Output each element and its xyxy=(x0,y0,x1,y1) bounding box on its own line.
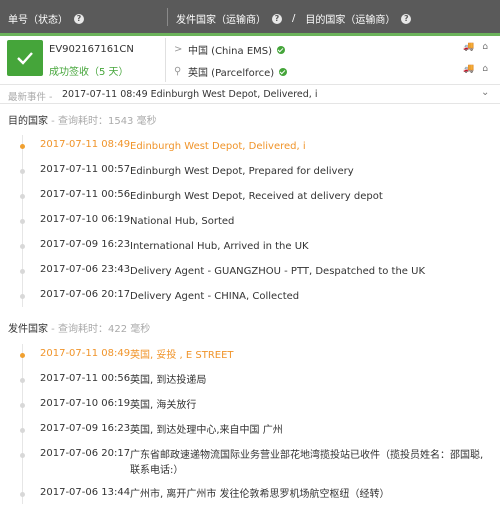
card-divider xyxy=(165,38,166,82)
event-description: Edinburgh West Depot, Received at delive… xyxy=(130,191,383,202)
event-time: 2017-07-10 06:19 xyxy=(40,398,131,409)
status-badge: 成功签收（5 天） xyxy=(49,67,129,78)
latest-event-text: 2017-07-11 08:49 Edinburgh West Depot, D… xyxy=(62,89,318,100)
section-title: 发件国家 xyxy=(8,324,48,335)
origin-actions: 🚚 ⌂ xyxy=(463,42,488,52)
timeline-dot-icon xyxy=(20,378,25,383)
timeline-dot-icon xyxy=(20,219,25,224)
truck-icon[interactable]: 🚚 xyxy=(463,42,474,52)
origin-section-title: 发件国家 - 查询耗时：422 毫秒 xyxy=(8,320,150,335)
timeline-dot-icon xyxy=(20,294,25,299)
timeline-dot-icon xyxy=(20,144,25,149)
event-description: Edinburgh West Depot, Delivered, i xyxy=(130,141,306,152)
event-time: 2017-07-06 13:44 xyxy=(40,487,131,498)
destination-carrier-label: 英国 (Parcelforce) xyxy=(188,68,275,79)
home-icon[interactable]: ⌂ xyxy=(482,42,488,52)
query-time: - 查询耗时：1543 毫秒 xyxy=(48,116,157,127)
event-time: 2017-07-06 23:43 xyxy=(40,264,131,275)
event-time: 2017-07-11 08:49 xyxy=(40,348,131,359)
location-pin-icon: ⚲ xyxy=(174,66,182,77)
destination-actions: 🚚 ⌂ xyxy=(463,64,488,74)
destination-country-header: 目的国家（运输商） xyxy=(305,15,396,26)
verified-icon xyxy=(279,67,288,76)
verified-icon xyxy=(277,45,286,54)
event-description: 英国, 妥投 , E STREET xyxy=(130,350,234,361)
send-arrow-icon: > xyxy=(174,44,183,55)
tracking-status-column: 单号（状态） ? xyxy=(8,11,84,26)
truck-icon[interactable]: 🚚 xyxy=(463,64,474,74)
origin-carrier-label: 中国 (China EMS) xyxy=(188,46,273,57)
origin-country-header: 发件国家（运输商） xyxy=(176,15,266,26)
timeline-dot-icon xyxy=(20,428,25,433)
header-divider xyxy=(167,8,168,26)
expand-icon[interactable]: ⌄ xyxy=(481,87,489,98)
event-description: 英国, 到达投递局 xyxy=(130,375,207,386)
shipment-card[interactable]: EV902167161CN 成功签收（5 天） > 中国 (China EMS)… xyxy=(0,36,500,84)
destination-carrier: ⚲ 英国 (Parcelforce) xyxy=(174,64,288,79)
carrier-column: 发件国家（运输商） ? / 目的国家（运输商） ? xyxy=(176,11,412,26)
event-time: 2017-07-11 08:49 xyxy=(40,139,131,150)
timeline-dot-icon xyxy=(20,403,25,408)
help-icon[interactable]: ? xyxy=(74,13,84,24)
timeline-dot-icon xyxy=(20,269,25,274)
event-time: 2017-07-11 00:57 xyxy=(40,164,131,175)
event-description: 广东省邮政速递物流国际业务营业部花地湾揽投站已收件（揽投员姓名：邵国聪,联系电话… xyxy=(130,450,484,476)
event-time: 2017-07-06 20:17 xyxy=(40,448,131,459)
event-description: 英国, 海关放行 xyxy=(130,400,197,411)
timeline-dot-icon xyxy=(20,453,25,458)
timeline-dot-icon xyxy=(20,169,25,174)
latest-event-label: 最新事件 - xyxy=(8,92,53,103)
header-separator: / xyxy=(292,13,296,24)
event-description: Edinburgh West Depot, Prepared for deliv… xyxy=(130,166,354,177)
event-time: 2017-07-09 16:23 xyxy=(40,423,131,434)
section-title: 目的国家 xyxy=(8,116,48,127)
event-description: National Hub, Sorted xyxy=(130,216,235,227)
event-description: 英国, 到达处理中心,来自中国 广州 xyxy=(130,425,283,436)
latest-event-bar[interactable]: 最新事件 - 2017-07-11 08:49 Edinburgh West D… xyxy=(0,84,500,104)
event-time: 2017-07-09 16:23 xyxy=(40,239,131,250)
timeline-line xyxy=(22,344,23,504)
delivered-check-icon xyxy=(7,40,43,76)
home-icon[interactable]: ⌂ xyxy=(482,64,488,74)
timeline-dot-icon xyxy=(20,353,25,358)
table-header: 单号（状态） ? 发件国家（运输商） ? / 目的国家（运输商） ? xyxy=(0,0,500,33)
destination-section-title: 目的国家 - 查询耗时：1543 毫秒 xyxy=(8,112,157,127)
timeline-dot-icon xyxy=(20,244,25,249)
event-time: 2017-07-11 00:56 xyxy=(40,189,131,200)
timeline-dot-icon xyxy=(20,492,25,497)
help-icon[interactable]: ? xyxy=(401,13,412,24)
origin-carrier: > 中国 (China EMS) xyxy=(174,42,286,57)
event-description: Delivery Agent - GUANGZHOU - PTT, Despat… xyxy=(130,266,426,277)
event-description: Delivery Agent - CHINA, Collected xyxy=(130,291,300,302)
timeline-dot-icon xyxy=(20,194,25,199)
tracking-number[interactable]: EV902167161CN xyxy=(49,44,134,55)
event-time: 2017-07-11 00:56 xyxy=(40,373,131,384)
query-time: - 查询耗时：422 毫秒 xyxy=(48,324,151,335)
event-description: 广州市, 离开广州市 发往伦敦希思罗机场航空枢纽（经转） xyxy=(130,489,390,500)
event-description: International Hub, Arrived in the UK xyxy=(130,241,309,252)
tracking-status-header: 单号（状态） xyxy=(8,15,68,26)
event-time: 2017-07-06 20:17 xyxy=(40,289,131,300)
event-time: 2017-07-10 06:19 xyxy=(40,214,131,225)
help-icon[interactable]: ? xyxy=(272,13,282,24)
